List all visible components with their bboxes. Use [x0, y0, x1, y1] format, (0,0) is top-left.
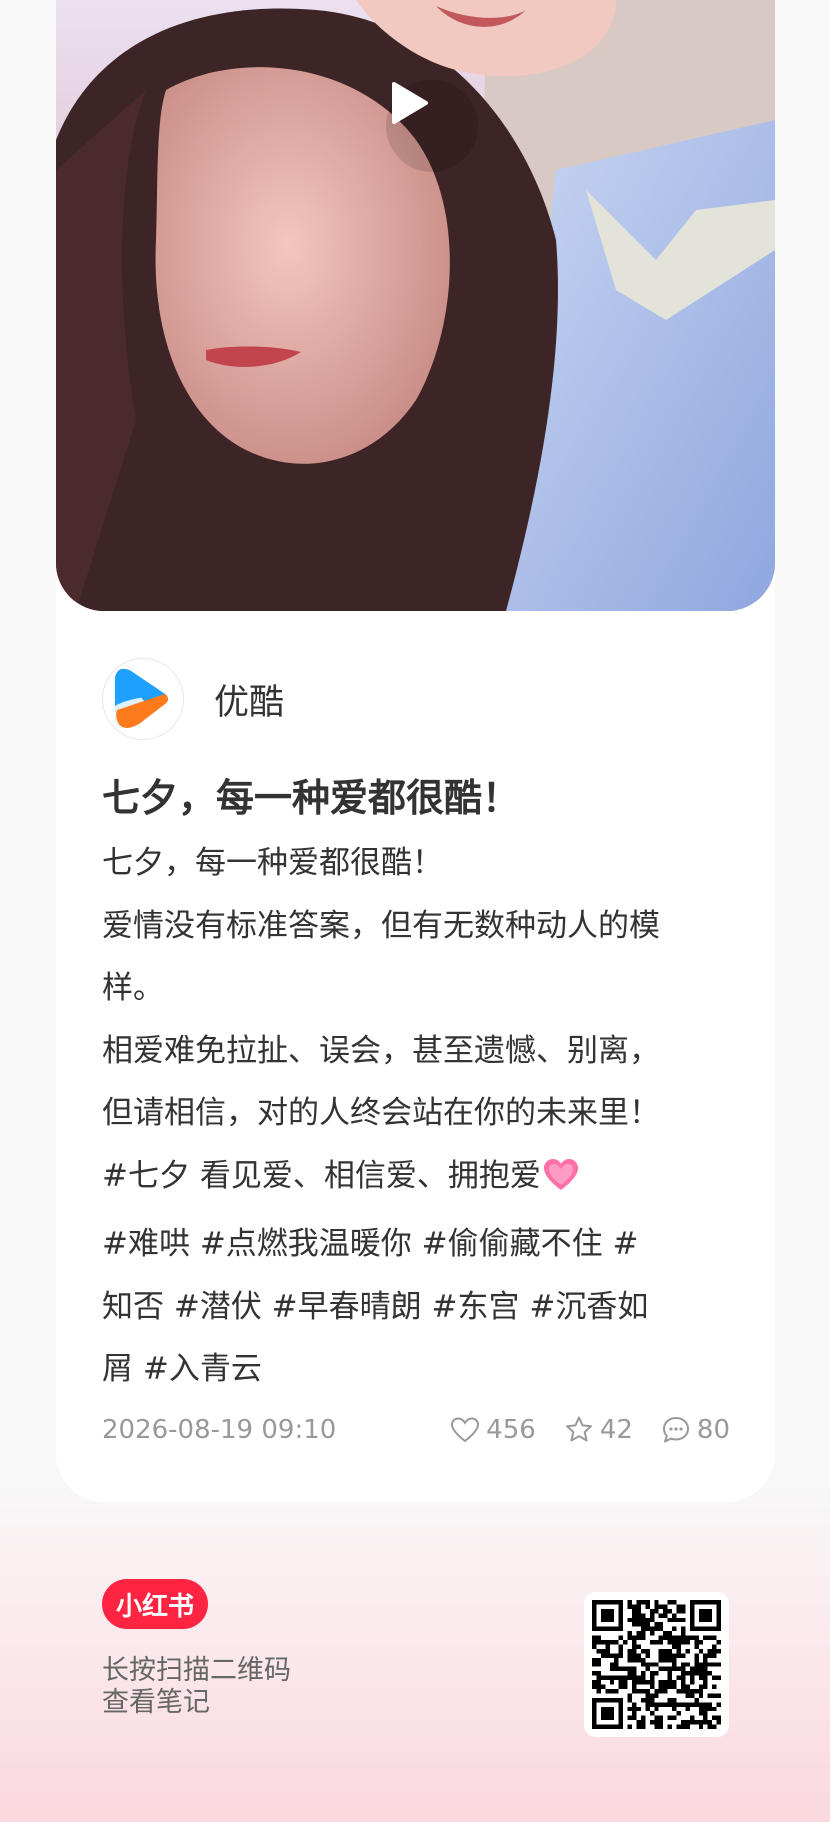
note-body: 七夕，每一种爱都很酷！ 爱情没有标准答案，但有无数种动人的模 样。 相爱难免拉扯… — [102, 832, 742, 1401]
note-card: 优酷 七夕，每一种爱都很酷！ 七夕，每一种爱都很酷！ 爱情没有标准答案，但有无数… — [56, 0, 775, 1502]
body-line: 但请相信，对的人终会站在你的未来里！ — [102, 1095, 660, 1131]
note-title: 七夕，每一种爱都很酷！ — [102, 776, 521, 820]
body-line: 七夕，每一种爱都很酷！ — [102, 845, 443, 881]
author-avatar[interactable] — [102, 658, 184, 740]
scan-hint: 长按扫描二维码 查看笔记 — [102, 1655, 291, 1719]
play-icon — [392, 82, 428, 124]
engagement-stats: 456 42 80 — [422, 1415, 730, 1445]
hashtag-line[interactable]: #难哄 #点燃我温暖你 #偷偷藏不住 # — [102, 1213, 742, 1276]
body-line: 爱情没有标准答案，但有无数种动人的模 — [102, 907, 660, 944]
body-line: 相爱难免拉扯、误会，甚至遗憾、别离， — [102, 1032, 660, 1069]
star-icon — [565, 1416, 592, 1442]
comment-count: 80 — [696, 1415, 730, 1445]
heart-icon — [451, 1417, 480, 1443]
comment-button[interactable]: 80 — [661, 1415, 730, 1445]
body-line: 样。 — [102, 970, 164, 1006]
hashtag-line[interactable]: 屑 #入青云 — [102, 1338, 742, 1401]
like-button[interactable]: 456 — [450, 1415, 536, 1445]
play-button[interactable] — [386, 80, 478, 172]
author-row[interactable]: 优酷 — [102, 658, 284, 740]
favorite-button[interactable]: 42 — [564, 1415, 633, 1445]
like-count: 456 — [486, 1415, 536, 1445]
qr-code[interactable] — [584, 1592, 729, 1737]
comment-icon — [662, 1417, 689, 1443]
hashtag-line[interactable]: 知否 #潜伏 #早春晴朗 #东宫 #沉香如 — [102, 1276, 742, 1339]
post-date: 2026-08-19 09:10 — [102, 1415, 337, 1445]
note-meta: 2026-08-19 09:10 456 42 80 — [102, 1410, 730, 1450]
youku-logo-icon — [115, 668, 168, 728]
hashtag-line: #七夕 看见爱、相信爱、拥抱爱 — [102, 1145, 742, 1214]
qr-code-icon — [592, 1600, 721, 1729]
hashtag-text[interactable]: #七夕 看见爱、相信爱、拥抱爱 — [102, 1158, 541, 1194]
xiaohongshu-logo: 小红书 — [102, 1579, 208, 1629]
pink-heart-icon — [543, 1151, 579, 1214]
scan-hint-line: 查看笔记 — [102, 1687, 210, 1718]
favorite-count: 42 — [599, 1415, 633, 1445]
video-cover[interactable] — [56, 0, 775, 611]
author-name[interactable]: 优酷 — [214, 674, 284, 725]
scan-hint-line: 长按扫描二维码 — [102, 1655, 291, 1686]
